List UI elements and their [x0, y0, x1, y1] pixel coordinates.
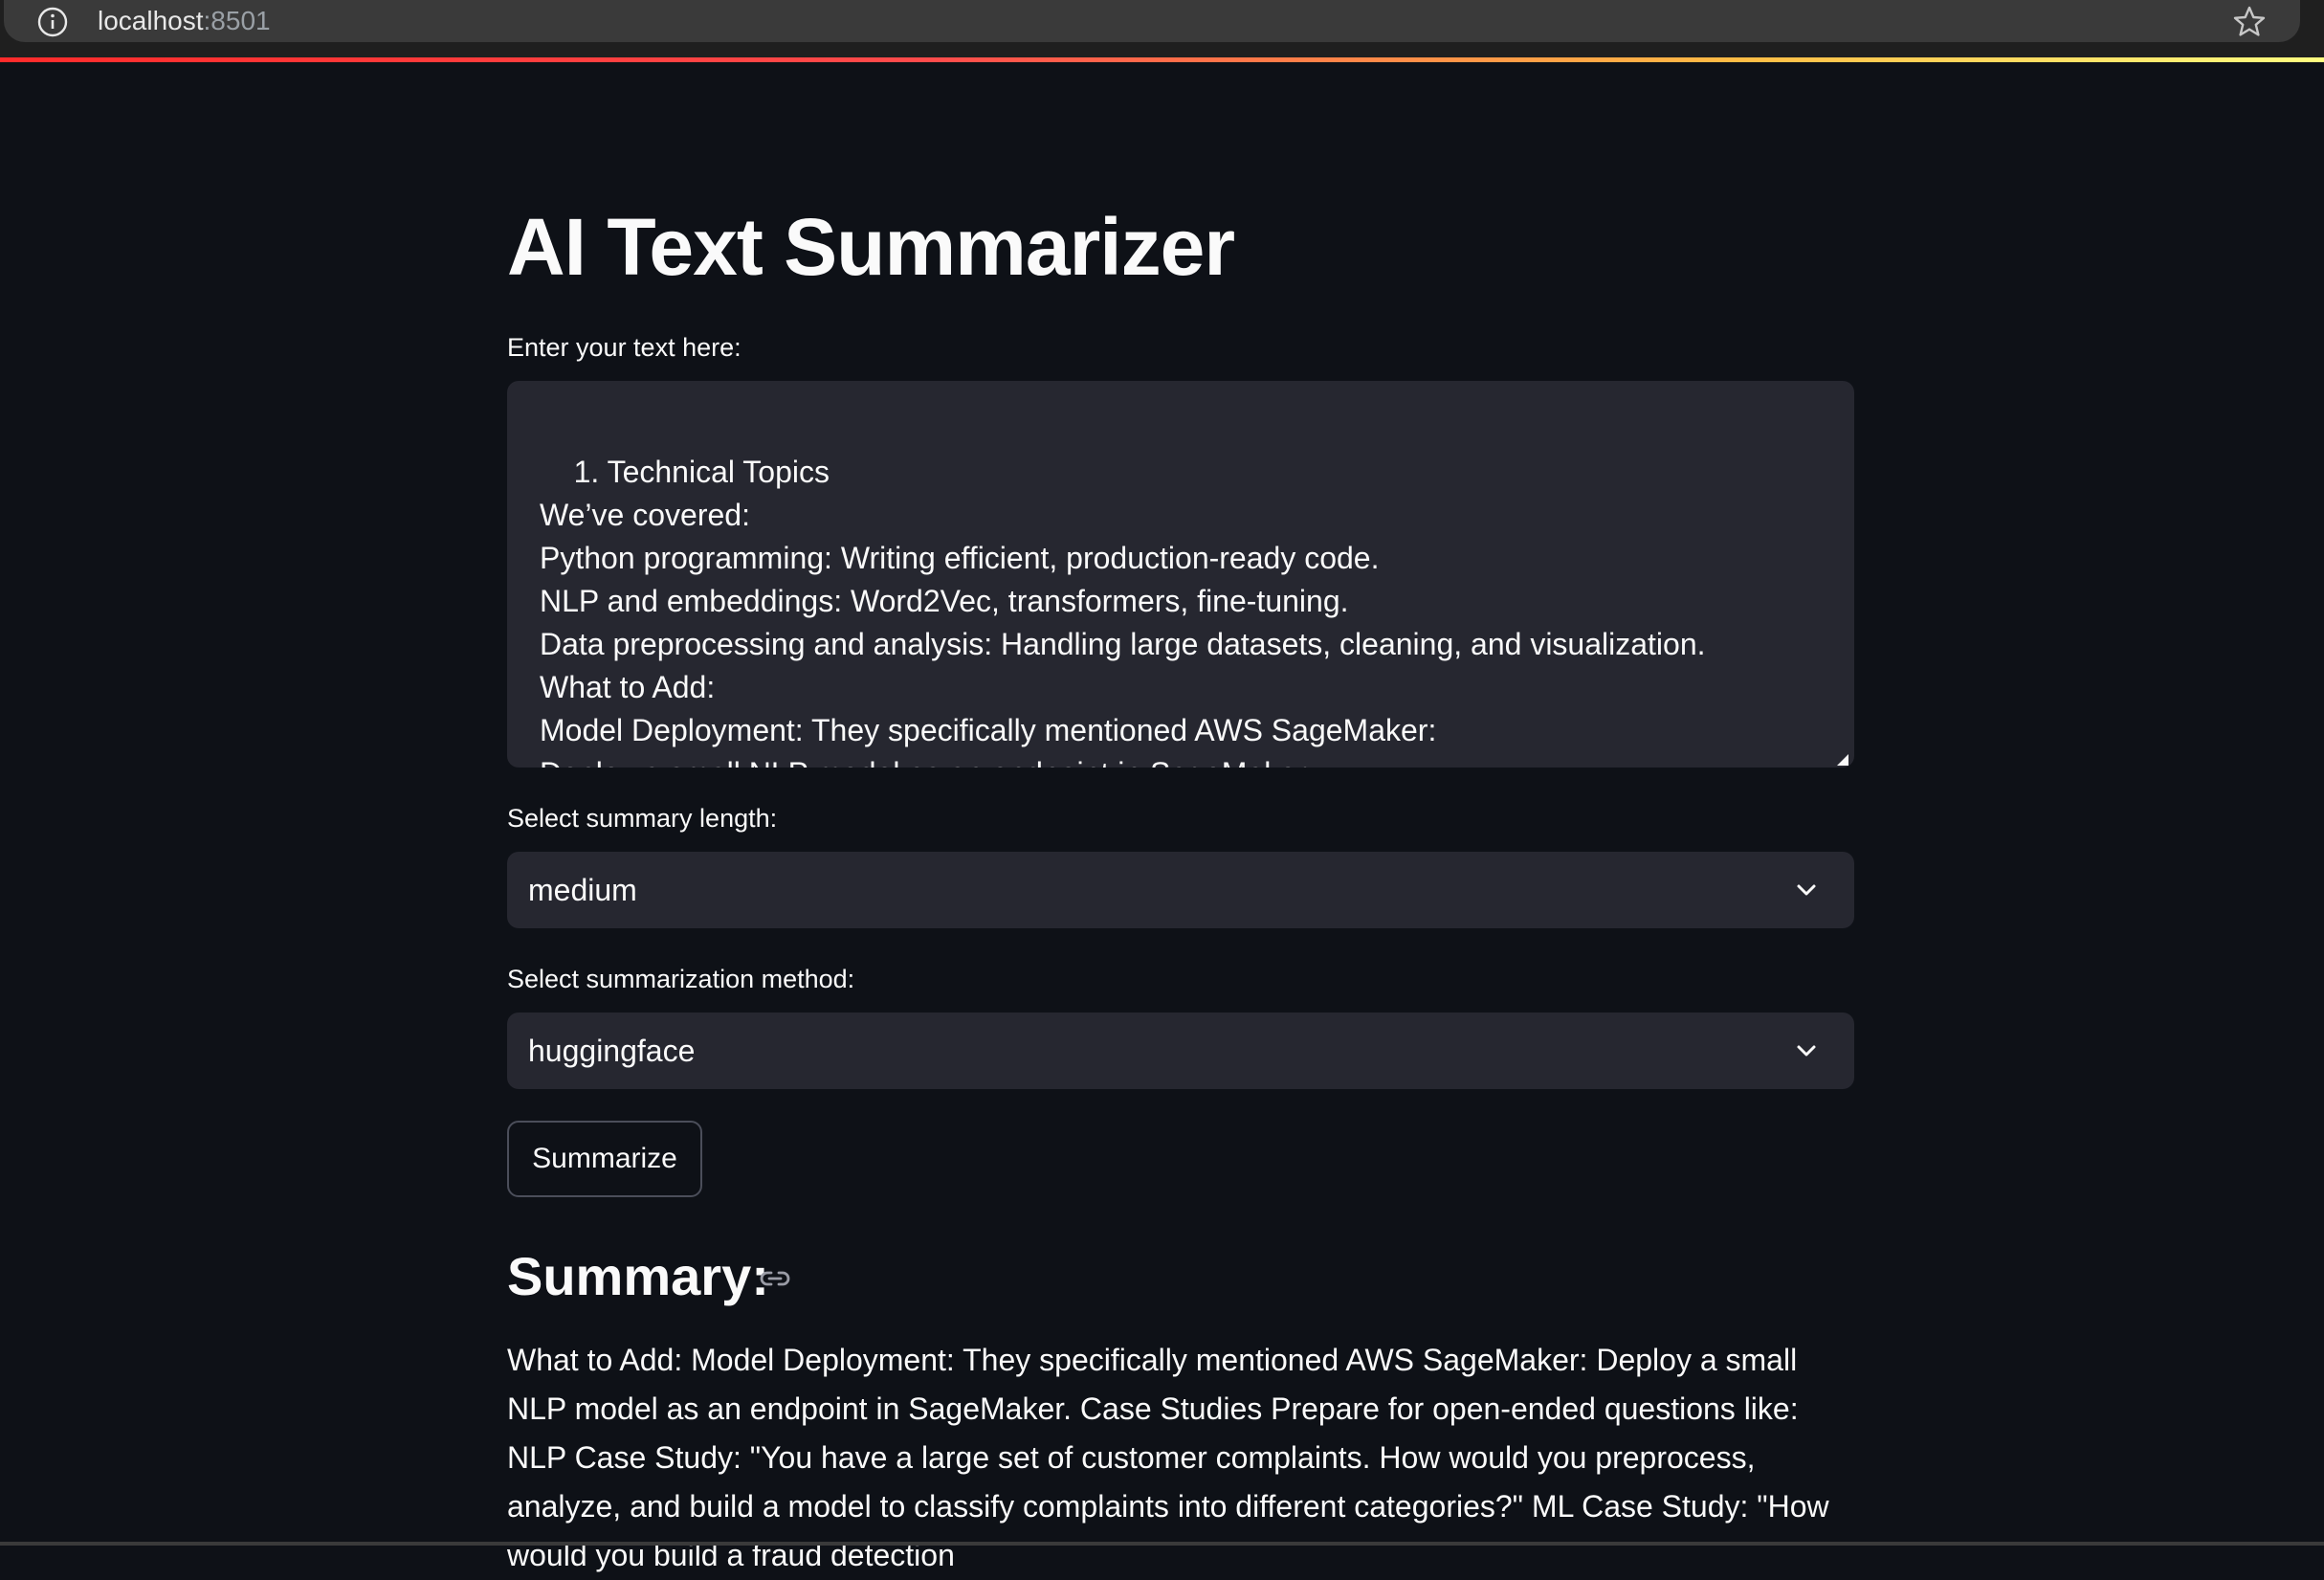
- summary-length-value: medium: [528, 873, 637, 907]
- summarization-method-value: huggingface: [528, 1034, 696, 1068]
- link-icon[interactable]: [758, 1261, 792, 1296]
- summary-heading: Summary:: [507, 1246, 769, 1306]
- text-input-label: Enter your text here:: [507, 333, 741, 362]
- url-host: localhost: [98, 6, 204, 35]
- summarization-method-label: Select summarization method:: [507, 965, 855, 993]
- chevron-down-icon: [1797, 1045, 1816, 1057]
- star-icon[interactable]: [2231, 4, 2268, 40]
- browser-toolbar: localhost:8501: [0, 0, 2324, 57]
- text-input-value: 1. Technical Topics We’ve covered: Pytho…: [540, 455, 1706, 768]
- summary-length-label: Select summary length:: [507, 804, 778, 833]
- chevron-down-icon: [1797, 884, 1816, 896]
- summarization-method-select[interactable]: huggingface: [507, 1013, 1854, 1089]
- page-loading-indicator: [0, 57, 2324, 62]
- info-icon[interactable]: [36, 6, 69, 38]
- text-input-area[interactable]: 1. Technical Topics We’ve covered: Pytho…: [507, 381, 1854, 768]
- resize-handle[interactable]: [1837, 754, 1848, 766]
- url-text[interactable]: localhost:8501: [98, 4, 271, 38]
- page-title: AI Text Summarizer: [507, 202, 1235, 292]
- url-port: :8501: [203, 6, 271, 35]
- summary-length-select[interactable]: medium: [507, 852, 1854, 928]
- window-bottom-border: [0, 1542, 2324, 1546]
- address-bar[interactable]: localhost:8501: [4, 0, 2300, 42]
- summarize-button[interactable]: Summarize: [507, 1121, 702, 1197]
